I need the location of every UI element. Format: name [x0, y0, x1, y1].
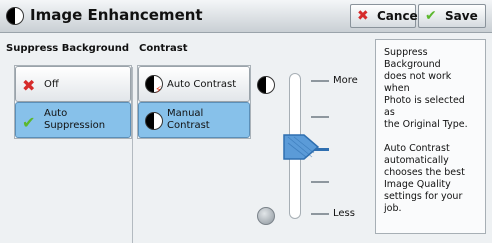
- save-label: Save: [445, 9, 478, 23]
- page-title: Image Enhancement: [30, 6, 203, 24]
- suppress-options-panel: ✖ Off ✔ Auto Suppression: [14, 65, 132, 139]
- close-icon: ✖: [357, 8, 369, 24]
- contrast-options-panel: ⚡ Auto Contrast Manual Contrast: [137, 65, 251, 139]
- auto-contrast-button[interactable]: ⚡ Auto Contrast: [138, 66, 250, 102]
- slider-tick[interactable]: [311, 213, 329, 215]
- manual-contrast-icon: [145, 112, 163, 130]
- section-divider: [132, 67, 133, 243]
- manual-contrast-label: Manual Contrast: [167, 108, 210, 131]
- slider-tick[interactable]: [311, 181, 329, 183]
- suppress-auto-label: Auto Suppression: [44, 108, 106, 131]
- slider-thumb[interactable]: [282, 129, 320, 165]
- main-panel: Suppress Background ✖ Off ✔ Auto Suppres…: [0, 33, 492, 243]
- title-bar: Image Enhancement ✖ Cancel ✔ Save: [0, 0, 492, 33]
- suppress-auto-button[interactable]: ✔ Auto Suppression: [15, 102, 131, 138]
- manual-contrast-button[interactable]: Manual Contrast: [138, 102, 250, 138]
- x-icon: ✖: [22, 76, 36, 95]
- less-label: Less: [333, 208, 355, 219]
- slider-tick[interactable]: [311, 116, 329, 118]
- suppress-off-label: Off: [44, 79, 59, 90]
- check-icon: ✔: [425, 8, 437, 24]
- help-text-panel: Suppress Background does not work when P…: [375, 39, 486, 234]
- auto-contrast-label: Auto Contrast: [167, 79, 237, 90]
- high-contrast-icon: [257, 76, 275, 94]
- save-button[interactable]: ✔ Save: [418, 4, 486, 28]
- slider-tick[interactable]: [311, 80, 329, 82]
- cancel-label: Cancel: [377, 9, 422, 23]
- low-contrast-icon: [257, 207, 275, 225]
- contrast-icon: [6, 7, 24, 25]
- suppress-off-button[interactable]: ✖ Off: [15, 66, 131, 102]
- cancel-button[interactable]: ✖ Cancel: [350, 4, 422, 28]
- lightning-icon: ⚡: [155, 85, 163, 96]
- check-icon: ✔: [22, 113, 36, 132]
- suppress-background-heading: Suppress Background: [6, 43, 130, 54]
- more-label: More: [333, 75, 358, 86]
- contrast-heading: Contrast: [139, 43, 188, 54]
